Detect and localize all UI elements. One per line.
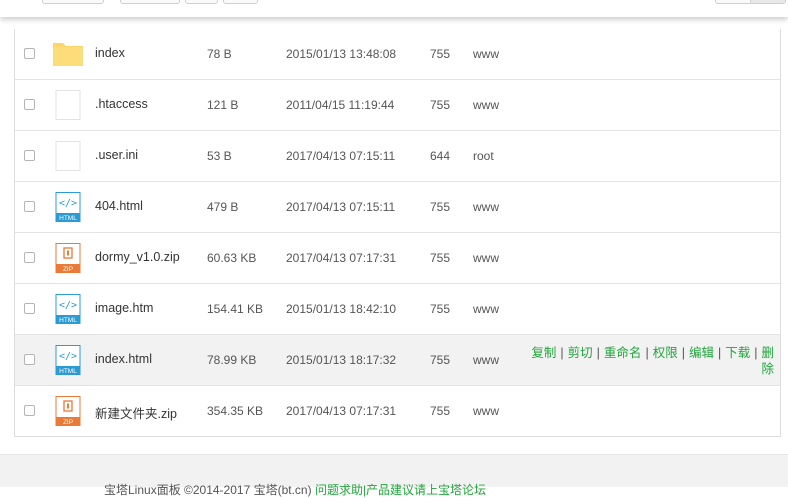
file-name[interactable]: dormy_v1.0.zip (95, 250, 180, 264)
file-owner: root (473, 149, 494, 163)
toolbar-button[interactable] (120, 0, 180, 4)
file-permission: 755 (430, 251, 451, 265)
file-owner: www (473, 251, 499, 265)
icon-label: ZIP (63, 266, 73, 273)
file-row[interactable]: .htaccess 121 B 2011/04/15 11:19:44 755 … (15, 80, 780, 131)
zip-file-icon: ZIP (55, 396, 81, 426)
icon-label: ZIP (63, 419, 73, 426)
file-permission: 755 (430, 302, 451, 316)
blank-file-icon (55, 90, 81, 120)
icon-label: HTML (59, 317, 77, 324)
html-file-icon: </> HTML (55, 294, 81, 324)
file-name[interactable]: 新建文件夹.zip (95, 403, 177, 422)
file-row[interactable]: </> HTML 404.html 479 B 2017/04/13 07:15… (15, 182, 780, 233)
file-size: 78 B (207, 47, 232, 61)
row-checkbox[interactable] (24, 99, 35, 110)
toolbar-button[interactable] (223, 0, 258, 4)
html-file-icon: </> HTML (55, 192, 81, 222)
row-checkbox[interactable] (24, 405, 35, 416)
blank-file-icon (55, 141, 81, 171)
file-mtime: 2011/04/15 11:19:44 (286, 98, 395, 112)
file-row[interactable]: </> HTML image.htm 154.41 KB 2015/01/13 … (15, 284, 780, 335)
toolbar-button[interactable] (42, 0, 104, 4)
icon-label: HTML (59, 368, 77, 375)
row-actions: 复制 | 剪切 | 重命名 | 权限 | 编辑 | 下载 | 删除 (526, 345, 774, 377)
separator: | (681, 346, 685, 360)
file-size: 154.41 KB (207, 302, 264, 316)
file-mtime: 2015/01/13 18:17:32 (286, 353, 397, 367)
file-owner: www (473, 200, 499, 214)
file-permission: 644 (430, 149, 451, 163)
file-size: 121 B (207, 98, 239, 112)
row-checkbox[interactable] (24, 354, 35, 365)
file-permission: 755 (430, 404, 451, 418)
file-owner: www (473, 404, 499, 418)
file-row[interactable]: .user.ini 53 B 2017/04/13 07:15:11 644 r… (15, 131, 780, 182)
file-row[interactable]: index 78 B 2015/01/13 13:48:08 755 www (15, 29, 780, 80)
file-permission: 755 (430, 200, 451, 214)
file-size: 60.63 KB (207, 251, 257, 265)
svg-text:</>: </> (59, 198, 77, 209)
file-mtime: 2017/04/13 07:17:31 (286, 404, 397, 418)
file-permission: 755 (430, 98, 451, 112)
file-toolbar (0, 0, 788, 17)
file-mtime: 2015/01/13 13:48:08 (286, 47, 397, 61)
download-link[interactable]: 下载 (725, 346, 750, 360)
separator: | (754, 346, 758, 360)
row-checkbox[interactable] (24, 303, 35, 314)
file-owner: www (473, 353, 499, 367)
toolbar-button[interactable] (185, 0, 218, 4)
file-mtime: 2017/04/13 07:17:31 (286, 251, 397, 265)
separator: | (596, 346, 600, 360)
file-name[interactable]: index (95, 46, 125, 60)
file-permission: 755 (430, 353, 451, 367)
file-size: 479 B (207, 200, 239, 214)
file-owner: www (473, 47, 499, 61)
file-row[interactable]: ZIP dormy_v1.0.zip 60.63 KB 2017/04/13 0… (15, 233, 780, 284)
file-owner: www (473, 98, 499, 112)
file-mtime: 2015/01/13 18:42:10 (286, 302, 397, 316)
file-mtime: 2017/04/13 07:15:11 (286, 149, 396, 163)
row-checkbox[interactable] (24, 252, 35, 263)
rename-link[interactable]: 重命名 (604, 346, 642, 360)
page-footer: 宝塔Linux面板 ©2014-2017 宝塔(bt.cn) 问题求助|产品建议… (0, 454, 788, 497)
forum-link[interactable]: 问题求助|产品建议请上宝塔论坛 (315, 483, 486, 497)
row-checkbox[interactable] (24, 150, 35, 161)
separator: | (717, 346, 722, 360)
separator: | (560, 346, 564, 360)
file-size: 354.35 KB (207, 404, 264, 418)
copyright-text: 宝塔Linux面板 ©2014-2017 宝塔(bt.cn) (104, 483, 312, 497)
file-size: 78.99 KB (207, 353, 257, 367)
icon-label: HTML (59, 215, 77, 222)
file-name[interactable]: .htaccess (95, 97, 148, 111)
footer-text: 宝塔Linux面板 ©2014-2017 宝塔(bt.cn) 问题求助|产品建议… (104, 481, 486, 498)
delete-link[interactable]: 删除 (761, 346, 774, 376)
file-size: 53 B (207, 149, 232, 163)
file-name[interactable]: image.htm (95, 301, 153, 315)
cut-link[interactable]: 剪切 (568, 346, 593, 360)
file-row[interactable]: ZIP 新建文件夹.zip 354.35 KB 2017/04/13 07:17… (15, 386, 780, 437)
toolbar-button[interactable] (750, 0, 786, 4)
file-name[interactable]: 404.html (95, 199, 143, 213)
svg-text:</>: </> (59, 351, 77, 362)
separator: | (645, 346, 649, 360)
zip-file-icon: ZIP (55, 243, 81, 273)
svg-text:</>: </> (59, 300, 77, 311)
copy-link[interactable]: 复制 (531, 346, 556, 360)
row-checkbox[interactable] (24, 201, 35, 212)
html-file-icon: </> HTML (55, 345, 81, 375)
file-owner: www (473, 302, 499, 316)
file-mtime: 2017/04/13 07:15:11 (286, 200, 396, 214)
file-permission: 755 (430, 47, 451, 61)
toolbar-button[interactable] (715, 0, 753, 4)
permission-link[interactable]: 权限 (653, 346, 678, 360)
folder-icon (53, 43, 83, 66)
edit-link[interactable]: 编辑 (689, 346, 714, 360)
file-row[interactable]: </> HTML index.html 78.99 KB 2015/01/13 … (15, 335, 780, 386)
file-name[interactable]: .user.ini (95, 148, 138, 162)
row-checkbox[interactable] (24, 48, 35, 59)
file-name[interactable]: index.html (95, 352, 152, 366)
